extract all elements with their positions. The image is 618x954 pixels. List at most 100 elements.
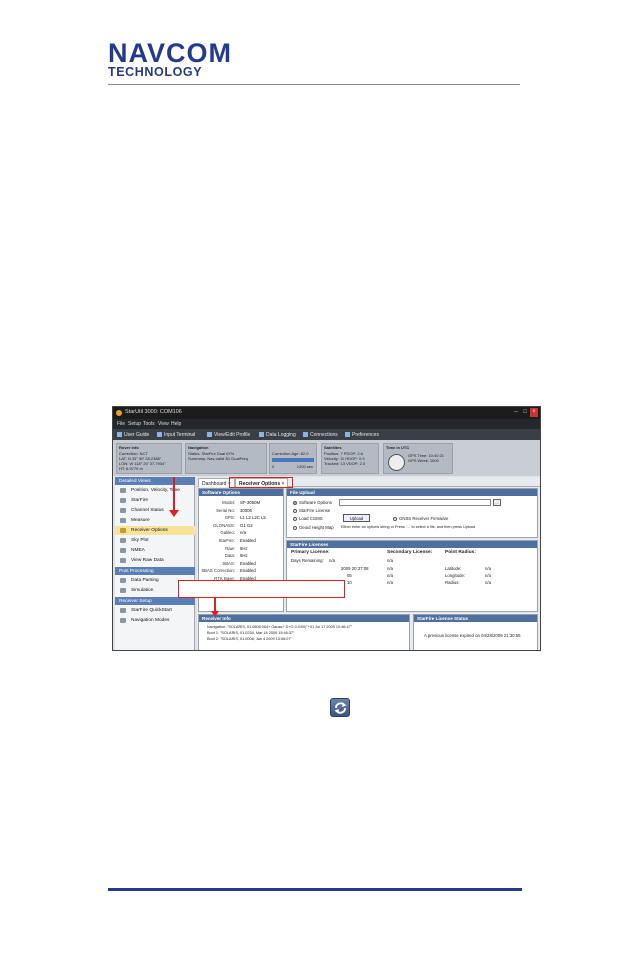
radio-geoid-height-map[interactable]: Geoid Height Map bbox=[293, 525, 334, 530]
menu-bar: File Setup Tools View Help bbox=[113, 419, 540, 429]
sidebar-item-sky-plot[interactable]: Sky Plot bbox=[115, 536, 195, 545]
sidebar-item-starfire[interactable]: StarFire bbox=[115, 496, 195, 505]
sidebar-item-label: View Raw Data bbox=[131, 558, 164, 563]
upload-button[interactable]: Upload bbox=[343, 514, 370, 522]
sidebar-item-label: Simulation bbox=[131, 588, 154, 593]
header-rule bbox=[108, 84, 520, 85]
radio-software-options[interactable]: Software Options bbox=[293, 500, 332, 505]
license-status-message: A previous license expired on 04/28/2009… bbox=[424, 633, 521, 638]
software-option-label: SBAS Correction: bbox=[201, 568, 235, 574]
toolbar-view-edit-profile[interactable]: View/Edit Profile bbox=[207, 432, 250, 438]
license-row3-secondary: n/a bbox=[387, 573, 393, 578]
parse-icon bbox=[120, 578, 126, 583]
starfire-licenses-title: StarFire Licenses bbox=[287, 541, 537, 548]
log-icon bbox=[259, 432, 264, 437]
correction-age-bar bbox=[272, 458, 314, 462]
receiver-info-boot2: Boot 2: "SOLARIS, 01.0008, Jan 4 2009 13… bbox=[207, 637, 292, 641]
satellites-tracked: Tracked: 13 VDOP: 2.0 bbox=[324, 461, 366, 466]
menu-setup[interactable]: Setup bbox=[128, 421, 141, 427]
longitude-value: n/a bbox=[485, 573, 491, 578]
sidebar-item-position-velocity-time[interactable]: Position, Velocity, Time bbox=[115, 486, 195, 495]
rover-height: HT: 6.9779 m bbox=[119, 466, 143, 471]
sidebar-item-starfire-quickstart[interactable]: StarFire QuickStart bbox=[115, 606, 195, 615]
menu-file[interactable]: File bbox=[117, 421, 125, 427]
sidebar-section-post-processing[interactable]: Post Processing bbox=[115, 567, 195, 575]
satellites-title: Satellites bbox=[324, 445, 342, 450]
sidebar-item-navigation-modes[interactable]: Navigation Modes bbox=[115, 616, 195, 625]
clock-icon bbox=[388, 454, 405, 471]
radius-label: Radius: bbox=[445, 580, 460, 585]
navcom-logo: NAVCOM TECHNOLOGY bbox=[108, 38, 238, 79]
software-option-value: Enabled bbox=[240, 538, 256, 543]
radio-selected-icon bbox=[293, 500, 297, 505]
software-option-value: G1 G2 bbox=[240, 522, 253, 528]
radio-gnss-firmware[interactable]: GNSS Receiver Firmware bbox=[393, 516, 448, 521]
main-area: Dashboard × Receiver Options × Software … bbox=[197, 477, 540, 650]
toolbar-input-terminal[interactable]: Input Terminal bbox=[157, 432, 195, 438]
refresh-icon bbox=[330, 698, 350, 717]
sidebar-item-channel-status[interactable]: Channel Status bbox=[115, 506, 195, 515]
radio-icon bbox=[293, 516, 297, 521]
menu-view[interactable]: View bbox=[158, 421, 169, 427]
options-string-input[interactable] bbox=[339, 499, 491, 506]
software-option-label: Raw: bbox=[225, 545, 235, 551]
software-option-label: Serial No: bbox=[216, 507, 235, 513]
software-option-value: 5Hz bbox=[240, 553, 248, 559]
logo-wordmark: NAVCOM bbox=[108, 38, 232, 68]
plug-icon bbox=[303, 432, 308, 437]
toolbar-data-logging[interactable]: Data Logging bbox=[259, 432, 296, 438]
time-box: Time in UTC GPS Time: 10:40:21 GPS Week:… bbox=[383, 443, 453, 474]
software-options-title: Software Options bbox=[199, 489, 283, 496]
toolbar-user-guide[interactable]: User Guide bbox=[117, 432, 149, 438]
radio-icon bbox=[393, 516, 397, 521]
status-row: Rover Info Correction: NCT LAT: N 33° 50… bbox=[113, 440, 540, 476]
tab-label: Dashboard bbox=[202, 481, 227, 487]
file-upload-hint: Either enter an options string or Press … bbox=[341, 525, 475, 529]
software-option-label: SBAS: bbox=[222, 560, 235, 566]
quickstart-icon bbox=[120, 608, 126, 613]
sidebar-item-view-raw-data[interactable]: View Raw Data bbox=[115, 556, 195, 565]
correction-age-max: 1200 sec bbox=[296, 464, 313, 469]
radio-label: StarFire License bbox=[299, 508, 331, 513]
sidebar-item-label: Sky Plot bbox=[131, 538, 149, 543]
satellites-box: Satellites Position: 7 PDOP: 2.6 Velocit… bbox=[321, 443, 379, 474]
toolbar-connections[interactable]: Connections bbox=[303, 432, 338, 438]
menu-tools[interactable]: Tools bbox=[143, 421, 155, 427]
rover-info-box: Rover Info Correction: NCT LAT: N 33° 50… bbox=[116, 443, 182, 474]
minimize-icon[interactable]: – bbox=[512, 408, 520, 417]
radio-icon bbox=[293, 508, 297, 513]
sidebar-item-nmea[interactable]: NMEA bbox=[115, 546, 195, 555]
license-row2-secondary: n/a bbox=[387, 566, 393, 571]
refresh-arrows-icon bbox=[334, 702, 347, 714]
close-icon[interactable]: × bbox=[530, 408, 538, 417]
sidebar-item-receiver-options[interactable]: Receiver Options bbox=[115, 526, 195, 535]
sidebar-item-label: StarFire bbox=[131, 498, 149, 503]
radius-value: n/a bbox=[485, 580, 491, 585]
license-row4-secondary: n/a bbox=[387, 580, 393, 585]
software-option-value: Enabled bbox=[240, 560, 256, 566]
starfire-licenses-panel: StarFire Licenses Primary License: Secon… bbox=[286, 540, 538, 612]
radio-load-cgms[interactable]: Load CGMS bbox=[293, 516, 323, 521]
file-upload-panel: File Upload Software Options StarFire Li… bbox=[286, 488, 538, 538]
navigation-box: Navigation Status: StarFire Dual 67% Sum… bbox=[185, 443, 267, 474]
radio-label: Software Options bbox=[299, 500, 332, 505]
browse-button[interactable]: … bbox=[493, 499, 501, 506]
software-option-value: L1 L2 L2C L5 bbox=[240, 515, 266, 521]
days-remaining-secondary: n/a bbox=[387, 558, 393, 563]
software-option-label: Data: bbox=[224, 553, 235, 559]
sidebar-section-receiver-setup[interactable]: Receiver Setup bbox=[115, 597, 195, 605]
toolbar-preferences[interactable]: Preferences bbox=[345, 432, 379, 438]
sidebar-item-measure[interactable]: Measure bbox=[115, 516, 195, 525]
menu-help[interactable]: Help bbox=[171, 421, 181, 427]
terminal-icon bbox=[157, 432, 162, 437]
toolbar-label: View/Edit Profile bbox=[214, 432, 251, 438]
toolbar-label: Input Terminal bbox=[164, 432, 196, 438]
sidebar-section-detailed-views[interactable]: Detailed Views bbox=[115, 477, 195, 485]
latitude-value: n/a bbox=[485, 566, 491, 571]
radio-starfire-license[interactable]: StarFire License bbox=[293, 508, 330, 513]
maximize-icon[interactable]: □ bbox=[521, 408, 529, 417]
nmea-icon bbox=[120, 548, 126, 553]
toolbar: User Guide Input Terminal View/Edit Prof… bbox=[113, 429, 540, 440]
starfire-icon bbox=[120, 498, 126, 503]
receiver-info-panel: Receiver Info Navigation: "SOLARIS, 01.0… bbox=[198, 614, 410, 650]
